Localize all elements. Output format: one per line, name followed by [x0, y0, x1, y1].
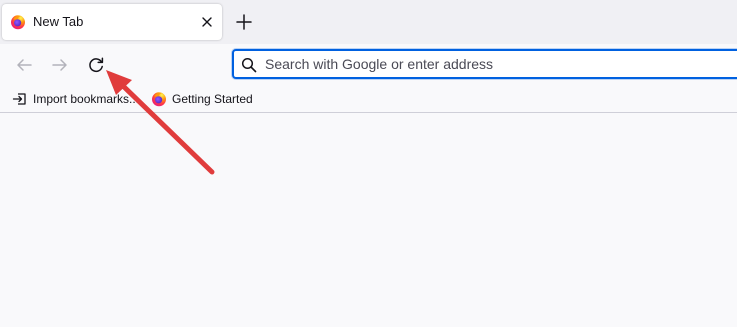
import-icon: [12, 93, 26, 105]
bookmarks-toolbar: Import bookmarks... Getting Started: [0, 86, 737, 113]
bookmark-import[interactable]: Import bookmarks...: [12, 89, 139, 109]
plus-icon[interactable]: [232, 10, 256, 34]
firefox-logo-icon: [11, 15, 25, 30]
browser-window: New Tab Search with Google or enter addr…: [0, 0, 737, 327]
navigation-toolbar: [0, 44, 737, 86]
firefox-logo-icon: [152, 92, 166, 107]
tab-strip: New Tab: [0, 0, 737, 44]
address-bar[interactable]: [232, 49, 737, 79]
page-content: [0, 113, 737, 327]
forward-arrow-icon[interactable]: [48, 53, 72, 77]
search-input[interactable]: [265, 51, 735, 77]
back-arrow-icon[interactable]: [12, 53, 36, 77]
bookmark-getting-started[interactable]: Getting Started: [151, 89, 253, 109]
search-icon: [241, 57, 257, 73]
reload-icon[interactable]: [84, 53, 108, 77]
bookmark-label: Import bookmarks...: [33, 92, 140, 106]
tab-new-tab[interactable]: New Tab: [2, 4, 222, 40]
bookmark-label: Getting Started: [172, 92, 253, 106]
close-icon[interactable]: [199, 14, 215, 30]
tab-title: New Tab: [33, 14, 84, 29]
